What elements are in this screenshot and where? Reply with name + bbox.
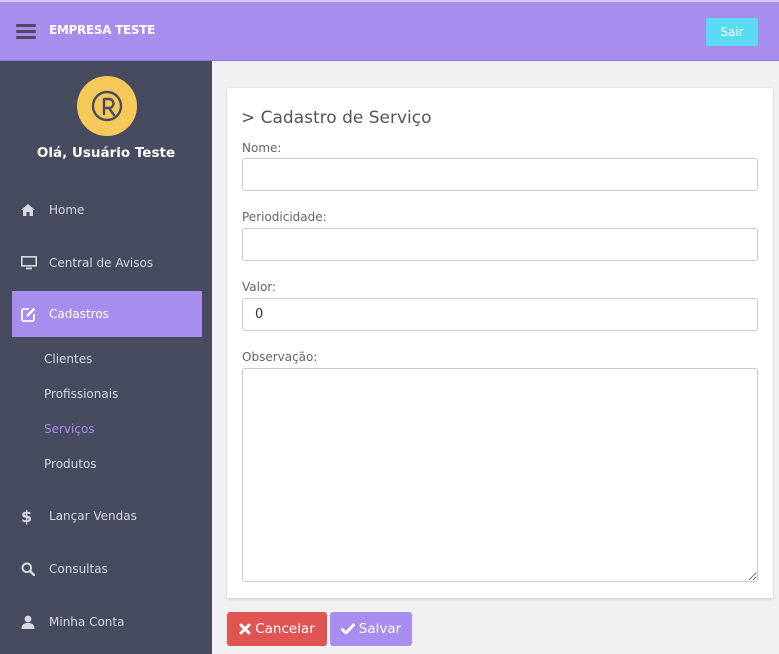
save-button-label: Salvar [358,621,402,637]
sidebar-item-central-de-avisos[interactable]: Central de Avisos [12,240,202,286]
periodicidade-label: Periodicidade: [242,210,327,224]
home-icon [21,204,45,216]
cancel-button-label: Cancelar [255,621,315,637]
sidebar-subitem-profissionais[interactable]: Profissionais [44,387,118,401]
nome-input[interactable] [242,158,758,191]
sidebar-item-label: Minha Conta [49,615,125,629]
sidebar-subitem-servicos[interactable]: Serviços [44,422,95,436]
dollar-icon: $ [21,506,33,526]
sidebar-item-label: Lançar Vendas [49,509,137,523]
valor-label: Valor: [242,280,277,294]
sidebar: Olá, Usuário Teste Home Central de Aviso… [0,61,212,654]
sidebar-item-consultas[interactable]: Consultas [12,546,202,592]
user-logo-icon [91,90,123,122]
user-greeting: Olá, Usuário Teste [36,145,176,161]
valor-input[interactable] [242,298,758,331]
close-icon [239,623,251,635]
check-icon [340,623,355,635]
edit-icon [21,307,45,322]
observacao-label: Observação: [242,350,318,364]
company-name: EMPRESA TESTE [49,23,155,37]
user-icon [21,615,45,629]
page-title: > Cadastro de Serviço [241,108,432,128]
top-bar: EMPRESA TESTE Sair [0,0,779,61]
sidebar-subitem-produtos[interactable]: Produtos [44,457,97,471]
sidebar-item-minha-conta[interactable]: Minha Conta [12,599,202,645]
save-button[interactable]: Salvar [330,612,412,646]
sidebar-item-label: Central de Avisos [49,256,154,270]
monitor-icon [21,256,45,270]
sidebar-subitem-clientes[interactable]: Clientes [44,352,92,366]
service-form-card: > Cadastro de Serviço Nome: Periodicidad… [227,88,773,598]
observacao-textarea[interactable] [242,368,758,582]
avatar [77,76,137,136]
cancel-button[interactable]: Cancelar [227,612,327,646]
sidebar-item-home[interactable]: Home [12,187,202,233]
sidebar-item-lancar-vendas[interactable]: $ Lançar Vendas [12,493,202,539]
sidebar-item-label: Consultas [49,562,108,576]
search-icon [21,562,45,576]
nome-label: Nome: [242,141,282,155]
logout-button[interactable]: Sair [706,18,758,46]
hamburger-menu-icon[interactable] [16,24,36,40]
sidebar-item-label: Cadastros [49,307,109,321]
periodicidade-input[interactable] [242,228,758,261]
sidebar-item-cadastros[interactable]: Cadastros [12,291,202,337]
sidebar-item-label: Home [49,203,85,217]
